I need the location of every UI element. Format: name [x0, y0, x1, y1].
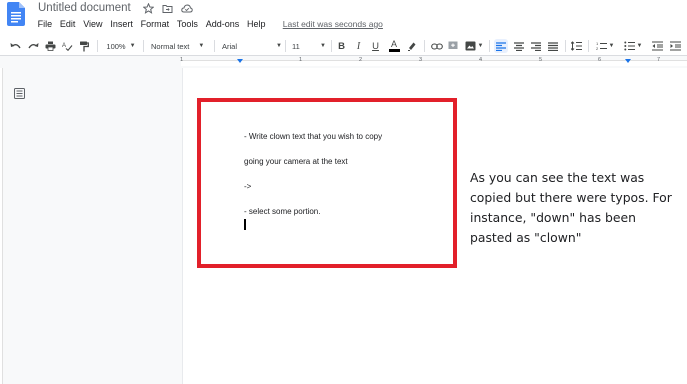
indent-marker[interactable]	[237, 59, 243, 63]
document-outline-icon[interactable]	[14, 86, 25, 99]
toolbar-separator	[565, 40, 566, 52]
ruler-track[interactable]	[181, 60, 687, 66]
font-size-value: 11	[292, 41, 300, 51]
pasted-line: ->	[244, 182, 252, 191]
ruler-number: 3	[419, 57, 423, 63]
numbered-list-button[interactable]: 1 2 ▼	[594, 39, 616, 53]
docs-logo-icon[interactable]	[7, 2, 25, 26]
menu-file[interactable]: File	[37, 19, 53, 29]
ruler-number: 2	[359, 57, 363, 63]
right-indent-marker[interactable]	[625, 59, 631, 63]
chevron-down-icon: ▼	[636, 43, 643, 49]
line-spacing-icon[interactable]	[570, 39, 583, 53]
toolbar-separator	[143, 40, 144, 52]
link-icon[interactable]	[430, 39, 443, 53]
pasted-image[interactable]: - Write clown text that you wish to copy…	[197, 98, 457, 268]
zoom-value: 100%	[106, 41, 126, 51]
chevron-down-icon: ▼	[477, 43, 484, 49]
spellcheck-icon[interactable]: A	[61, 39, 73, 53]
pasted-line: - Write clown text that you wish to copy	[244, 132, 383, 141]
menu-format[interactable]: Format	[140, 19, 170, 29]
cloud-status-icon[interactable]	[180, 3, 193, 14]
ruler-number: 1	[180, 57, 184, 63]
svg-text:A: A	[62, 43, 66, 49]
ruler-number: 4	[479, 57, 483, 63]
star-icon[interactable]	[142, 2, 155, 14]
pasted-line: going your camera at the text	[244, 157, 348, 166]
left-rail	[0, 68, 3, 384]
font-select[interactable]: Arial ▼	[222, 39, 282, 53]
annotation-text: As you can see the text was copied but t…	[470, 170, 672, 245]
pasted-line: - select some portion.	[244, 207, 321, 216]
toolbar-separator	[214, 40, 215, 52]
insert-image-button[interactable]: ▼	[464, 39, 484, 53]
paragraph-style-value: Normal text	[151, 41, 190, 51]
document-page[interactable]: - Write clown text that you wish to copy…	[182, 68, 687, 384]
toolbar-separator	[489, 40, 490, 52]
text-cursor	[244, 219, 246, 230]
underline-button[interactable]: U	[370, 39, 381, 53]
decrease-indent-icon[interactable]	[651, 39, 663, 53]
menu-help[interactable]: Help	[246, 19, 266, 29]
italic-button[interactable]: I	[353, 39, 364, 53]
title-row: Untitled document	[38, 1, 193, 15]
highlight-icon[interactable]	[406, 39, 418, 53]
chevron-down-icon: ▼	[608, 43, 615, 49]
menu-edit[interactable]: Edit	[59, 19, 76, 29]
image-icon	[465, 41, 476, 51]
header: Untitled document File Edit View Insert …	[0, 0, 687, 36]
bulleted-list-button[interactable]: ▼	[622, 39, 644, 53]
align-left-icon[interactable]	[494, 39, 508, 53]
document-title[interactable]: Untitled document	[38, 2, 131, 14]
menu-view[interactable]: View	[83, 19, 104, 29]
ruler-number: 1	[299, 57, 303, 63]
menu-insert[interactable]: Insert	[110, 19, 134, 29]
toolbar-separator	[588, 40, 589, 52]
bulleted-list-icon	[623, 41, 635, 51]
toolbar-separator	[331, 40, 332, 52]
ruler: 1 1 2 3 4 5 6 7	[0, 57, 687, 68]
text-color-swatch	[388, 49, 400, 52]
increase-indent-icon[interactable]	[669, 39, 681, 53]
redo-icon[interactable]	[27, 39, 39, 53]
font-size-select[interactable]: 11 ▼	[292, 39, 327, 53]
bold-button[interactable]: B	[336, 39, 347, 53]
last-edit-link[interactable]: Last edit was seconds ago	[283, 19, 383, 29]
workspace: - Write clown text that you wish to copy…	[0, 68, 687, 384]
ruler-number: 7	[657, 57, 661, 63]
align-justify-icon[interactable]	[547, 39, 559, 53]
menu-bar: File Edit View Insert Format Tools Add-o…	[37, 17, 383, 31]
ruler-number: 5	[539, 57, 543, 63]
comment-icon[interactable]	[447, 39, 459, 53]
paint-format-icon[interactable]	[78, 39, 90, 53]
toolbar: A 100% ▼ Normal text ▼ Arial ▼ 11 ▼ B I U A	[0, 36, 687, 56]
text-color-button[interactable]: A	[388, 39, 400, 53]
ruler-number: 6	[598, 57, 602, 63]
chevron-down-icon: ▼	[276, 43, 282, 49]
menu-addons[interactable]: Add-ons	[205, 19, 240, 29]
undo-icon[interactable]	[9, 39, 21, 53]
menu-tools[interactable]: Tools	[176, 19, 198, 29]
font-value: Arial	[222, 41, 238, 51]
paragraph-style-select[interactable]: Normal text ▼	[151, 39, 211, 53]
svg-text:2: 2	[596, 46, 599, 51]
google-docs-window: Untitled document File Edit View Insert …	[0, 0, 687, 384]
chevron-down-icon: ▼	[320, 43, 326, 49]
chevron-down-icon: ▼	[198, 43, 205, 49]
print-icon[interactable]	[44, 39, 56, 53]
align-center-icon[interactable]	[513, 39, 525, 53]
chevron-down-icon: ▼	[129, 43, 136, 49]
folder-move-icon[interactable]	[162, 3, 173, 14]
align-right-icon[interactable]	[530, 39, 542, 53]
text-color-label: A	[390, 39, 397, 50]
zoom-select[interactable]: 100% ▼	[104, 39, 138, 53]
toolbar-separator	[285, 40, 286, 52]
numbered-list-icon: 12	[596, 41, 607, 51]
toolbar-separator	[97, 40, 98, 52]
toolbar-separator	[424, 40, 425, 52]
